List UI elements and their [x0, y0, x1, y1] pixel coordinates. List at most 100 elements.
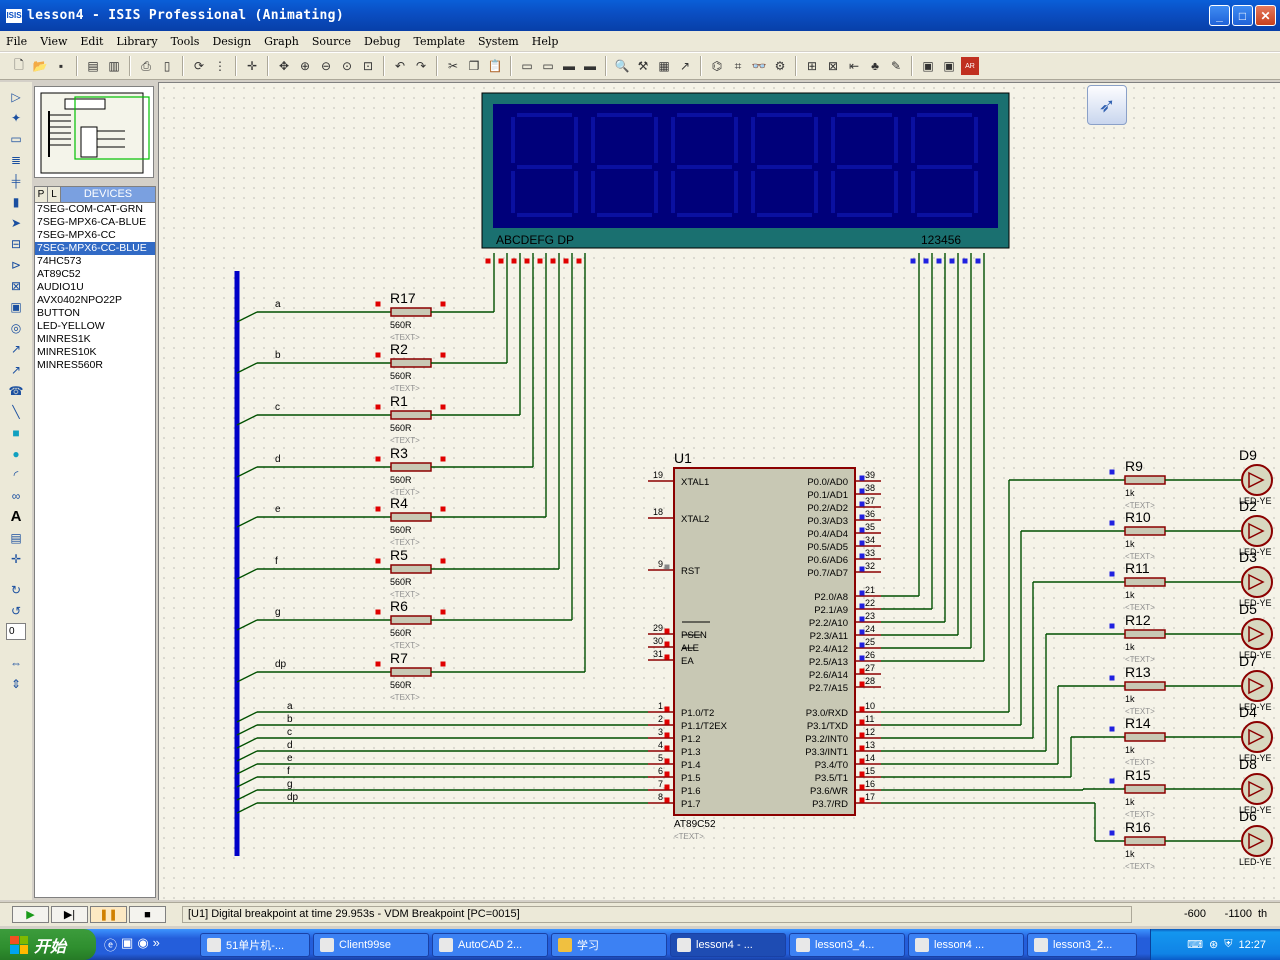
ares-logo-icon[interactable]: AR — [961, 57, 979, 75]
block-move-icon[interactable]: ▭ — [539, 57, 557, 75]
block-delete-icon[interactable]: ▬ — [581, 57, 599, 75]
text-script-icon[interactable]: ≣ — [6, 151, 26, 168]
block-rotate-icon[interactable]: ▬ — [560, 57, 578, 75]
open-folder-icon[interactable]: 📂 — [31, 57, 49, 75]
device-list-item[interactable]: 7SEG-MPX6-CC — [35, 229, 155, 242]
path-icon[interactable]: ∞ — [6, 487, 26, 504]
library-manager-tab[interactable]: L — [48, 187, 61, 202]
menu-source[interactable]: Source — [312, 35, 351, 48]
menu-system[interactable]: System — [478, 35, 519, 48]
quick-launch-app-icon[interactable]: ▣ — [121, 935, 133, 954]
keyboard-icon[interactable]: ⌨ — [1187, 938, 1203, 951]
rotate-clockwise-icon[interactable]: ↻ — [6, 581, 26, 598]
stop-button[interactable]: ■ — [129, 906, 166, 923]
taskbar-item-active[interactable]: lesson4 - ... — [670, 932, 786, 957]
security-shield-icon[interactable]: ⛨ — [1224, 938, 1232, 951]
exit-to-parent-icon[interactable]: ⇤ — [845, 57, 863, 75]
more-chevron-icon[interactable]: » — [153, 935, 160, 954]
device-list-item[interactable]: AT89C52 — [35, 268, 155, 281]
generator-icon[interactable]: ◎ — [6, 319, 26, 336]
undo-icon[interactable]: ↶ — [391, 57, 409, 75]
menu-debug[interactable]: Debug — [364, 35, 401, 48]
device-list-item[interactable]: AUDIO1U — [35, 281, 155, 294]
menu-file[interactable]: File — [6, 35, 27, 48]
taskbar-item[interactable]: AutoCAD 2... — [432, 932, 548, 957]
marker-icon[interactable]: ✛ — [6, 550, 26, 567]
network-icon[interactable]: ⊛ — [1209, 938, 1218, 951]
bus-icon[interactable]: ╪ — [6, 172, 26, 189]
device-list-item[interactable]: MINRES560R — [35, 359, 155, 372]
refresh-icon[interactable]: ⟳ — [190, 57, 208, 75]
menu-edit[interactable]: Edit — [80, 35, 103, 48]
menu-view[interactable]: View — [40, 35, 67, 48]
junction-icon[interactable]: ✦ — [6, 109, 26, 126]
step-button[interactable]: ▶| — [51, 906, 88, 923]
pause-button[interactable]: ❚❚ — [90, 906, 127, 923]
quick-launch-app-icon[interactable]: ◉ — [137, 935, 148, 954]
search-tag-icon[interactable]: ⌗ — [729, 57, 747, 75]
device-list-item[interactable]: AVX0402NPO22P — [35, 294, 155, 307]
device-list-item[interactable]: BUTTON — [35, 307, 155, 320]
virtual-instruments-icon[interactable]: ☎ — [6, 382, 26, 399]
mirror-y-icon[interactable]: ⇕ — [6, 675, 26, 692]
block-copy-icon[interactable]: ▭ — [518, 57, 536, 75]
remove-sheet-icon[interactable]: ⊠ — [824, 57, 842, 75]
redo-icon[interactable]: ↷ — [412, 57, 430, 75]
simulation-logo-icon[interactable]: ➶ — [1087, 85, 1127, 125]
rotate-anticlockwise-icon[interactable]: ↺ — [6, 602, 26, 619]
menu-graph[interactable]: Graph — [264, 35, 299, 48]
ares-icon[interactable]: ▣ — [940, 57, 958, 75]
mirror-x-icon[interactable]: ⇔ — [6, 654, 26, 671]
voltage-probe-icon[interactable]: ↗ — [6, 340, 26, 357]
arc-icon[interactable]: ◜ — [6, 466, 26, 483]
ie-icon[interactable]: ⓔ — [104, 935, 117, 954]
menu-template[interactable]: Template — [414, 35, 465, 48]
zoom-area-icon[interactable]: ⊡ — [359, 57, 377, 75]
tape-recorder-icon[interactable]: ▣ — [6, 298, 26, 315]
symbol-icon[interactable]: ▤ — [6, 529, 26, 546]
zoom-out-icon[interactable]: ⊖ — [317, 57, 335, 75]
electrical-rule-check-icon[interactable]: ✎ — [887, 57, 905, 75]
save-icon[interactable]: ▪ — [52, 57, 70, 75]
circle-icon[interactable]: ● — [6, 445, 26, 462]
zoom-in-icon[interactable]: ⊕ — [296, 57, 314, 75]
current-probe-icon[interactable]: ↗ — [6, 361, 26, 378]
taskbar-item[interactable]: 学习 — [551, 932, 667, 957]
device-list-item[interactable]: 7SEG-MPX6-CC-BLUE — [35, 242, 155, 255]
taskbar-item[interactable]: lesson4 ... — [908, 932, 1024, 957]
device-list-item[interactable]: LED-YELLOW — [35, 320, 155, 333]
grid-icon[interactable]: ⋮ — [211, 57, 229, 75]
graph-icon[interactable]: ⊠ — [6, 277, 26, 294]
bill-of-materials-icon[interactable]: ♣ — [866, 57, 884, 75]
minimize-button[interactable]: _ — [1209, 5, 1230, 26]
box-icon[interactable]: ■ — [6, 424, 26, 441]
cut-icon[interactable]: ✂ — [444, 57, 462, 75]
taskbar-item[interactable]: 51单片机-... — [200, 932, 310, 957]
rotation-angle-field[interactable]: 0 — [6, 623, 26, 640]
wire-autorouter-icon[interactable]: ⌬ — [708, 57, 726, 75]
pick-device-tab[interactable]: P — [35, 187, 48, 202]
decompose-icon[interactable]: ↗ — [676, 57, 694, 75]
maximize-button[interactable]: □ — [1232, 5, 1253, 26]
new-sheet-icon[interactable]: ⊞ — [803, 57, 821, 75]
netlist-icon[interactable]: ▣ — [919, 57, 937, 75]
device-list-item[interactable]: MINRES10K — [35, 346, 155, 359]
device-list-item[interactable]: 74HC573 — [35, 255, 155, 268]
binoculars-icon[interactable]: 👓 — [750, 57, 768, 75]
pan-icon[interactable]: ✥ — [275, 57, 293, 75]
device-list-item[interactable]: MINRES1K — [35, 333, 155, 346]
menu-help[interactable]: Help — [532, 35, 559, 48]
play-button[interactable]: ▶ — [12, 906, 49, 923]
packaging-icon[interactable]: ▦ — [655, 57, 673, 75]
wire-label-icon[interactable]: ▭ — [6, 130, 26, 147]
export-icon[interactable]: ▥ — [105, 57, 123, 75]
print-area-icon[interactable]: ▯ — [158, 57, 176, 75]
line-icon[interactable]: ╲ — [6, 403, 26, 420]
property-tool-icon[interactable]: ⚙ — [771, 57, 789, 75]
taskbar-item[interactable]: Client99se — [313, 932, 429, 957]
selection-mode-icon[interactable]: ▷ — [6, 88, 26, 105]
zoom-all-icon[interactable]: ⊙ — [338, 57, 356, 75]
print-icon[interactable]: ⎙ — [137, 57, 155, 75]
copy-icon[interactable]: ❐ — [465, 57, 483, 75]
menu-design[interactable]: Design — [212, 35, 251, 48]
